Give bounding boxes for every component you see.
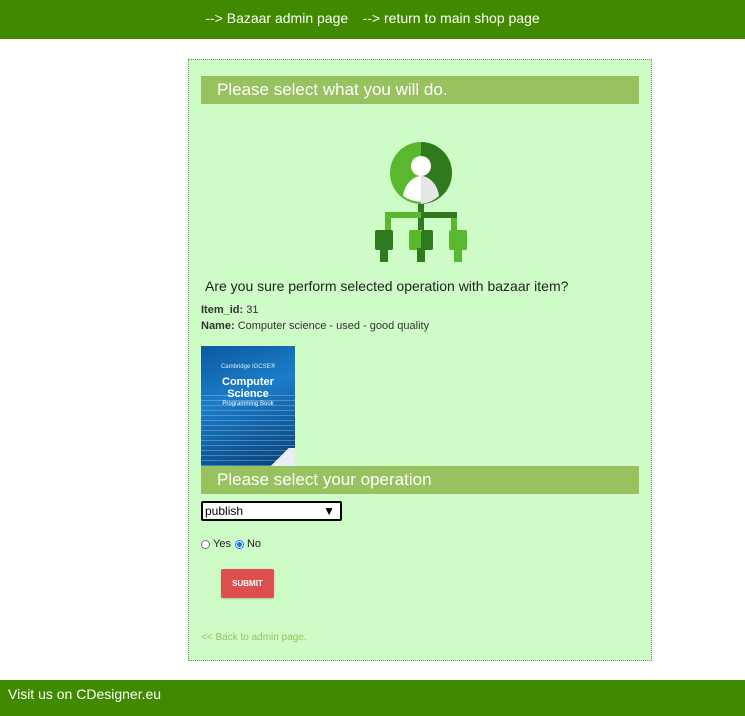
operation-select-value: publish xyxy=(205,504,244,518)
operation-panel: Please select what you will do. Are you … xyxy=(188,59,652,661)
main-shop-link[interactable]: --> return to main shop page xyxy=(363,10,540,26)
top-nav-bar: --> Bazaar admin page --> return to main… xyxy=(0,0,745,39)
item-id-label: Item_id: xyxy=(201,304,244,316)
item-image: Cambridge IGCSE® Computer Science Progra… xyxy=(201,346,295,466)
book-corner xyxy=(265,448,295,466)
item-id-line: Item_id: 31 xyxy=(201,304,259,316)
radio-yes[interactable] xyxy=(201,539,210,549)
book-title: Computer Science xyxy=(201,376,295,400)
back-to-admin-link[interactable]: << Back to admin page. xyxy=(201,632,307,643)
radio-no-label[interactable]: No xyxy=(247,538,261,550)
operation-select[interactable]: publish ▼ xyxy=(201,501,342,521)
book-title-line2: Science xyxy=(227,388,269,400)
panel-heading: Please select what you will do. xyxy=(201,76,639,104)
radio-yes-label[interactable]: Yes xyxy=(213,538,231,550)
footer-bar: Visit us on CDesigner.eu xyxy=(0,680,745,716)
operation-heading: Please select your operation xyxy=(201,466,639,494)
confirm-radio-group: Yes No xyxy=(201,538,265,550)
book-title-line1: Computer xyxy=(222,376,274,388)
item-name-label: Name: xyxy=(201,320,235,332)
submit-button[interactable]: SUBMIT xyxy=(221,569,274,598)
item-id-value: 31 xyxy=(246,304,259,316)
bazaar-admin-link[interactable]: --> Bazaar admin page xyxy=(205,10,348,26)
item-name-value: Computer science - used - good quality xyxy=(237,320,430,332)
chevron-down-icon: ▼ xyxy=(323,504,335,518)
user-hierarchy-icon xyxy=(371,142,471,266)
book-publisher: Cambridge IGCSE® xyxy=(220,364,276,370)
confirmation-question: Are you sure perform selected operation … xyxy=(205,278,569,294)
footer-text[interactable]: Visit us on CDesigner.eu xyxy=(8,680,161,708)
radio-no[interactable] xyxy=(234,539,244,549)
item-name-line: Name: Computer science - used - good qua… xyxy=(201,320,429,332)
book-subtitle: Programming Book xyxy=(222,401,274,407)
